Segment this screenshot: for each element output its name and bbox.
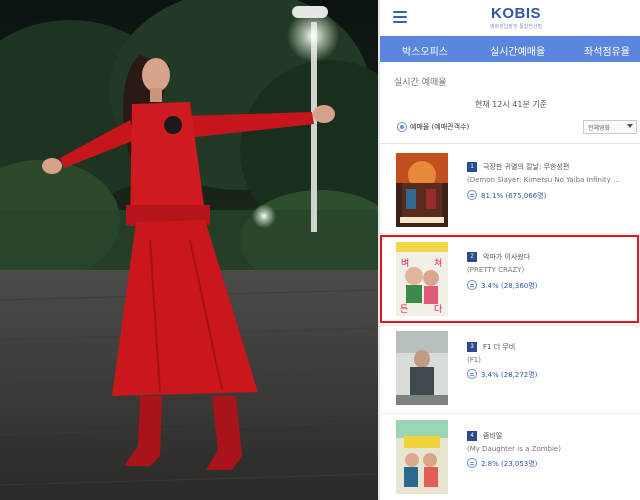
radio-icon[interactable] — [397, 122, 407, 132]
rank-badge: 1 — [467, 162, 477, 172]
divider — [380, 233, 640, 234]
top-bar: KOBIS 영화관입장권 통합전산망 — [380, 0, 640, 36]
select-value: 전체영화 — [588, 125, 611, 132]
movie-poster[interactable] — [396, 420, 448, 494]
movie-title[interactable]: 좀비딸 — [483, 431, 502, 441]
filter-label[interactable]: 예매율 (예매관객수) — [410, 122, 469, 132]
logo-text: KOBIS — [490, 5, 541, 22]
movie-poster[interactable]: 벼 쳐 든 다 — [396, 242, 448, 316]
reservation-icon — [467, 280, 477, 290]
reservation-rate: 3.4% (28,272명) — [481, 371, 538, 379]
poster-art — [396, 420, 448, 494]
reservation-icon — [467, 369, 477, 379]
hamburger-icon[interactable] — [393, 11, 407, 23]
logo-subtitle: 영화관입장권 통합전산망 — [489, 24, 543, 30]
rank-badge: 4 — [467, 431, 477, 441]
movie-poster[interactable] — [396, 331, 448, 405]
movie-title[interactable]: 극장판 귀멸의 칼날: 무한성편 — [483, 162, 569, 172]
poster-art — [396, 331, 448, 405]
divider — [380, 325, 640, 326]
concert-photo — [0, 0, 378, 500]
poster-art: 벼 쳐 든 다 — [396, 242, 448, 316]
tab-box-office[interactable]: 박스오피스 — [402, 43, 448, 58]
divider — [380, 143, 640, 144]
poster-text-3: 든 — [400, 304, 408, 315]
movie-english-title: (Demon Slayer: Kimetsu No Yaiba Infinity… — [467, 176, 621, 184]
photo-scene — [0, 0, 378, 500]
reservation-icon — [467, 458, 477, 468]
reservation-icon — [467, 190, 477, 200]
movie-list-item[interactable]: 벼 쳐 든 다 2 악마가 이사왔다 (PRETTY CRAZY) 3.4% (… — [380, 238, 640, 324]
poster-art — [396, 153, 448, 227]
main-nav: 박스오피스 실시간예매율 좌석점유율 — [380, 36, 640, 62]
kobis-logo[interactable]: KOBIS 영화관입장권 통합전산망 — [466, 5, 566, 30]
kobis-mobile-screen: KOBIS 영화관입장권 통합전산망 박스오피스 실시간예매율 좌석점유율 실시… — [378, 0, 640, 500]
tab-realtime-reservation[interactable]: 실시간예매율 — [490, 43, 545, 58]
timestamp: 현재 12시 41분 기준 — [474, 100, 548, 109]
rank-badge: 3 — [467, 342, 477, 352]
reservation-rate: 81.1% (675,066명) — [481, 192, 547, 200]
movie-list-item[interactable]: 4 좀비딸 (My Daughter is a Zombie) 2.8% (23… — [380, 414, 640, 500]
movie-title[interactable]: 악마가 이사왔다 — [483, 252, 530, 262]
movie-english-title: (PRETTY CRAZY) — [467, 266, 525, 274]
poster-text-1: 벼 — [401, 257, 409, 269]
reservation-rate: 3.4% (28,360명) — [481, 282, 538, 290]
movie-poster[interactable] — [396, 153, 448, 227]
rank-badge: 2 — [467, 252, 477, 262]
movie-english-title: (F1) — [467, 356, 481, 364]
movie-type-select[interactable]: 전체영화 — [583, 120, 637, 134]
movie-title[interactable]: F1 더 무비 — [483, 342, 515, 352]
poster-text-2: 쳐 — [434, 257, 442, 269]
poster-text-4: 다 — [434, 304, 443, 315]
chevron-down-icon — [627, 124, 633, 128]
section-title: 실시간 예매율 — [394, 78, 447, 88]
filter-row: 예매율 (예매관객수) 전체영화 — [380, 119, 640, 137]
reservation-rate: 2.8% (23,053명) — [481, 460, 538, 468]
movie-english-title: (My Daughter is a Zombie) — [467, 445, 561, 453]
movie-list-item[interactable]: 1 극장판 귀멸의 칼날: 무한성편 (Demon Slayer: Kimets… — [380, 148, 640, 234]
movie-list-item[interactable]: 3 F1 더 무비 (F1) 3.4% (28,272명) — [380, 327, 640, 413]
tab-seat-occupancy[interactable]: 좌석점유율 — [584, 43, 630, 58]
